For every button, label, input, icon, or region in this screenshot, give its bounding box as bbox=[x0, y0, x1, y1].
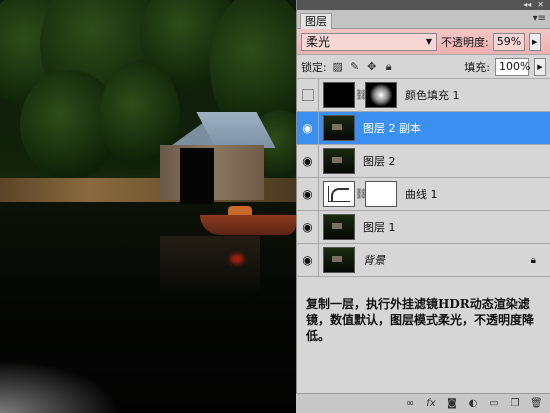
layer-name[interactable]: 图层 2 副本 bbox=[363, 120, 421, 136]
link-icon: ⛓︎ bbox=[355, 89, 368, 101]
add-mask-icon[interactable]: ◙ bbox=[446, 398, 458, 409]
adjustment-icon[interactable]: ◐ bbox=[467, 398, 479, 409]
annotation-text: 复制一层，执行外挂滤镜HDR动态渲染滤镜，数值默认，图层模式柔光，不透明度降低。 bbox=[306, 297, 535, 343]
link-layers-icon[interactable]: ∞ bbox=[404, 398, 416, 409]
link-icon: ⛓︎ bbox=[355, 188, 368, 200]
layer-row[interactable]: ◉ ⛓︎ 曲线 1 bbox=[297, 177, 550, 211]
chevron-down-icon: ▼ bbox=[425, 37, 432, 46]
lock-label: 锁定: bbox=[301, 60, 327, 74]
fill-label: 填充: bbox=[464, 60, 490, 74]
tab-layers[interactable]: 图层 bbox=[300, 13, 332, 29]
opacity-slider-arrow-icon[interactable]: ▶ bbox=[528, 32, 541, 51]
layer-thumbnail bbox=[323, 214, 355, 240]
visibility-toggle[interactable]: ◉ bbox=[297, 210, 319, 244]
trash-icon[interactable]: 🗑︎ bbox=[530, 398, 543, 409]
lock-all-icon[interactable]: 🔒︎ bbox=[383, 60, 395, 73]
layer-thumbnail bbox=[323, 247, 355, 273]
layer-list: ⛓︎ 颜色填充 1 ◉ 图层 2 副本 ◉ 图层 2 ◉ ⛓︎ 曲线 1 ◉ 图… bbox=[297, 78, 550, 277]
panel-menu-icon[interactable]: ▾≡ bbox=[533, 13, 546, 24]
layer-row[interactable]: ◉ 背景 🔒︎ bbox=[297, 243, 550, 277]
fill-input[interactable]: 100% bbox=[495, 57, 530, 76]
layer-mask-thumbnail[interactable] bbox=[365, 181, 397, 207]
layer-name[interactable]: 图层 2 bbox=[363, 153, 396, 169]
eye-icon: ◉ bbox=[302, 121, 313, 135]
lock-pixels-icon[interactable]: ✎ bbox=[349, 60, 361, 73]
layer-thumbnail bbox=[323, 82, 355, 108]
layer-name[interactable]: 图层 1 bbox=[363, 219, 396, 235]
layer-row[interactable]: ⛓︎ 颜色填充 1 bbox=[297, 78, 550, 112]
curves-adjustment-icon bbox=[323, 181, 355, 207]
visibility-toggle[interactable]: ◉ bbox=[297, 243, 319, 277]
layer-name[interactable]: 颜色填充 1 bbox=[405, 87, 460, 103]
layer-mask-thumbnail[interactable] bbox=[365, 82, 397, 108]
eye-icon: ◉ bbox=[302, 220, 313, 234]
layer-thumbnail bbox=[323, 148, 355, 174]
layer-row[interactable]: ◉ 图层 1 bbox=[297, 210, 550, 244]
layers-panel: ◂◂ ✕ 图层 ▾≡ 柔光 ▼ 不透明度: 59% ▶ 锁定: ▨ ✎ ✥ 🔒︎… bbox=[296, 0, 550, 413]
fx-icon[interactable]: fx bbox=[425, 398, 437, 409]
eye-icon: ◉ bbox=[302, 253, 313, 267]
lock-row: 锁定: ▨ ✎ ✥ 🔒︎ 填充: 100% ▶ bbox=[297, 55, 550, 79]
panel-bottom-toolbar: ∞ fx ◙ ◐ ▭ ❐ 🗑︎ bbox=[296, 393, 550, 413]
visibility-toggle[interactable]: ◉ bbox=[297, 111, 319, 145]
group-icon[interactable]: ▭ bbox=[488, 398, 500, 409]
panel-titlebar[interactable]: ◂◂ ✕ bbox=[297, 0, 550, 10]
visibility-toggle[interactable]: ◉ bbox=[297, 144, 319, 178]
layer-name[interactable]: 背景 bbox=[363, 252, 385, 268]
blend-row: 柔光 ▼ 不透明度: 59% ▶ bbox=[297, 29, 550, 55]
lock-position-icon[interactable]: ✥ bbox=[366, 60, 378, 73]
layer-name[interactable]: 曲线 1 bbox=[405, 186, 438, 202]
panel-tab-row: 图层 ▾≡ bbox=[297, 10, 550, 29]
lock-icon: 🔒︎ bbox=[530, 254, 536, 266]
lock-transparency-icon[interactable]: ▨ bbox=[332, 60, 344, 73]
eye-icon bbox=[301, 89, 314, 101]
new-layer-icon[interactable]: ❐ bbox=[509, 398, 521, 409]
blend-mode-value: 柔光 bbox=[306, 35, 331, 49]
close-icon[interactable]: ✕ bbox=[537, 0, 544, 10]
visibility-toggle[interactable]: ◉ bbox=[297, 177, 319, 211]
eye-icon: ◉ bbox=[302, 154, 313, 168]
canvas-image bbox=[0, 0, 296, 413]
blend-mode-select[interactable]: 柔光 ▼ bbox=[301, 32, 437, 51]
layer-row[interactable]: ◉ 图层 2 bbox=[297, 144, 550, 178]
fill-slider-arrow-icon[interactable]: ▶ bbox=[534, 57, 546, 76]
visibility-toggle[interactable] bbox=[297, 78, 319, 112]
eye-icon: ◉ bbox=[302, 187, 313, 201]
opacity-label: 不透明度: bbox=[441, 35, 489, 49]
opacity-input[interactable]: 59% bbox=[492, 32, 525, 51]
collapse-icon[interactable]: ◂◂ bbox=[523, 0, 531, 10]
layer-row[interactable]: ◉ 图层 2 副本 bbox=[297, 111, 550, 145]
layer-thumbnail bbox=[323, 115, 355, 141]
